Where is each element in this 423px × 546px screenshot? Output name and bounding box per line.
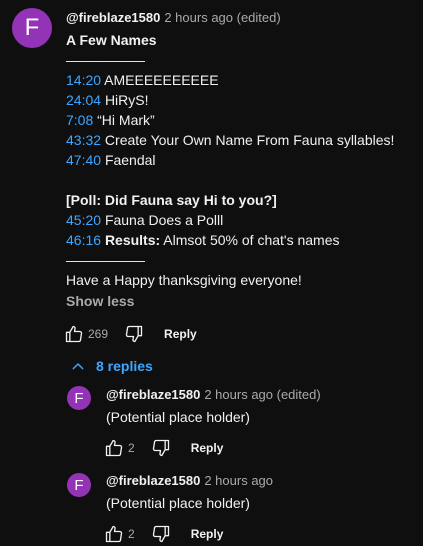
reply-button[interactable]: Reply — [191, 441, 224, 455]
reply-button[interactable]: Reply — [164, 327, 197, 341]
author-name[interactable]: @fireblaze1580 — [66, 10, 160, 25]
show-less-button[interactable]: Show less — [66, 293, 134, 309]
divider-line: —————— — [66, 252, 145, 268]
comment-line: 24:04 HiRyS! — [66, 90, 416, 110]
line-text: Create Your Own Name From Fauna syllable… — [101, 132, 395, 148]
line-text: “Hi Mark” — [97, 112, 155, 128]
avatar[interactable]: F — [12, 8, 52, 48]
like-icon[interactable] — [62, 322, 86, 346]
chevron-up-icon — [72, 363, 84, 370]
line-text: AMEEEEEEEEEE — [104, 72, 219, 88]
timestamp-link[interactable]: 14:20 — [66, 72, 101, 88]
line-text: Fauna Does a Polll — [104, 212, 224, 228]
like-count: 2 — [128, 441, 135, 455]
reply-header: @fireblaze1580 2 hours ago (edited) — [106, 387, 321, 403]
reply-avatar[interactable]: F — [67, 473, 91, 497]
line-text: Almsot 50% of chat's names — [160, 232, 340, 248]
results-label: Results: — [104, 232, 161, 248]
comment-line: 43:32 Create Your Own Name From Fauna sy… — [66, 130, 416, 150]
dislike-icon[interactable] — [149, 522, 173, 546]
comment-body: A Few Names —————— 14:20 AMEEEEEEEEEE 24… — [66, 30, 416, 290]
like-count: 269 — [88, 327, 109, 341]
timestamp-link[interactable]: 46:16 — [66, 232, 101, 248]
timestamp-link[interactable]: 47:40 — [66, 152, 101, 168]
like-icon[interactable] — [102, 436, 126, 460]
reply-actions: 2 Reply — [102, 522, 223, 546]
comment-timestamp[interactable]: 2 hours ago (edited) — [164, 10, 280, 25]
dislike-icon[interactable] — [149, 436, 173, 460]
timestamp-link[interactable]: 43:32 — [66, 132, 101, 148]
poll-heading: [Poll: Did Fauna say Hi to you?] — [66, 192, 277, 208]
reply-avatar[interactable]: F — [67, 386, 91, 410]
line-text: HiRyS! — [104, 92, 149, 108]
line-text: Faendal — [104, 152, 156, 168]
comment-line: 47:40 Faendal — [66, 150, 416, 170]
like-count: 2 — [128, 527, 135, 541]
reply-author-name[interactable]: @fireblaze1580 — [106, 387, 200, 402]
dislike-icon[interactable] — [122, 322, 146, 346]
reply-header: @fireblaze1580 2 hours ago — [106, 473, 273, 489]
comment-thread: F @fireblaze1580 2 hours ago (edited) A F… — [0, 0, 423, 546]
comment-line: 45:20 Fauna Does a Polll — [66, 210, 416, 230]
like-icon[interactable] — [102, 522, 126, 546]
timestamp-link[interactable]: 45:20 — [66, 212, 101, 228]
closing-line: Have a Happy thanksgiving everyone! — [66, 272, 302, 288]
replies-count-label: 8 replies — [96, 358, 153, 374]
reply-author-name[interactable]: @fireblaze1580 — [106, 473, 200, 488]
comment-header: @fireblaze1580 2 hours ago (edited) — [66, 10, 281, 26]
reply-timestamp[interactable]: 2 hours ago (edited) — [204, 387, 320, 402]
reply-text: (Potential place holder) — [106, 409, 250, 425]
comment-title: A Few Names — [66, 32, 157, 48]
reply-actions: 2 Reply — [102, 436, 223, 460]
timestamp-link[interactable]: 7:08 — [66, 112, 93, 128]
comment-actions: 269 Reply — [62, 322, 197, 346]
reply-button[interactable]: Reply — [191, 527, 224, 541]
divider-line: —————— — [66, 52, 145, 68]
reply-timestamp[interactable]: 2 hours ago — [204, 473, 273, 488]
comment-line: 7:08 “Hi Mark” — [66, 110, 416, 130]
comment-line: 46:16 Results: Almsot 50% of chat's name… — [66, 230, 416, 250]
reply-text: (Potential place holder) — [106, 495, 250, 511]
comment-line: 14:20 AMEEEEEEEEEE — [66, 70, 416, 90]
replies-toggle-button[interactable]: 8 replies — [70, 358, 153, 374]
timestamp-link[interactable]: 24:04 — [66, 92, 101, 108]
